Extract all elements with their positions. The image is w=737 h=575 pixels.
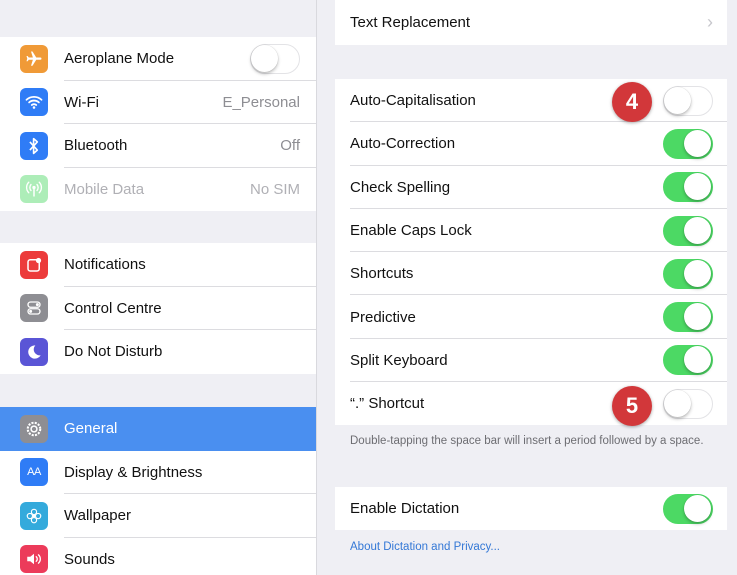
sidebar-item-label: Control Centre	[64, 299, 162, 317]
wifi-icon	[20, 88, 48, 117]
auto-correction-toggle[interactable]	[663, 128, 713, 159]
split-keyboard-row: Split Keyboard	[335, 339, 727, 383]
auto-correction-row: Auto-Correction	[335, 122, 727, 166]
auto-capitalisation-label: Auto-Capitalisation	[350, 92, 476, 110]
enable-caps-lock-toggle[interactable]	[663, 215, 713, 246]
aeroplane-mode-toggle[interactable]	[250, 43, 300, 74]
sidebar-item-wallpaper[interactable]: Wallpaper	[0, 494, 316, 538]
predictive-label: Predictive	[350, 308, 416, 326]
sidebar-item-control-centre[interactable]: Control Centre	[0, 287, 316, 330]
display-icon: AA	[20, 458, 48, 487]
sidebar-item-display-brightness[interactable]: AA Display & Brightness	[0, 451, 316, 494]
shortcuts-label: Shortcuts	[350, 265, 414, 283]
auto-capitalisation-row: Auto-Capitalisation	[335, 79, 727, 123]
airplane-icon	[20, 44, 48, 73]
sidebar-item-bluetooth[interactable]: Bluetooth Off	[0, 124, 316, 168]
sidebar-item-label: Sounds	[64, 550, 115, 568]
enable-caps-lock-label: Enable Caps Lock	[350, 222, 472, 240]
check-spelling-toggle[interactable]	[663, 172, 713, 203]
enable-caps-lock-row: Enable Caps Lock	[335, 209, 727, 253]
keyboard-settings-pane: Text Replacement › Auto-Capitalisation A…	[316, 0, 737, 575]
auto-correction-label: Auto-Correction	[350, 135, 456, 153]
sidebar-item-label: Wi-Fi	[64, 93, 99, 111]
wifi-network-value: E_Personal	[222, 93, 300, 111]
about-dictation-link[interactable]: About Dictation and Privacy...	[350, 541, 500, 553]
sidebar-item-wifi[interactable]: Wi-Fi E_Personal	[0, 81, 316, 124]
sidebar-item-label: Display & Brightness	[64, 463, 203, 481]
settings-sidebar: Aeroplane Mode Wi-Fi E_Personal Bluetoot…	[0, 0, 316, 575]
sidebar-group-general: General AA Display & Brightness Wallpape…	[0, 407, 316, 575]
mobile-data-value: No SIM	[249, 180, 300, 198]
enable-dictation-row: Enable Dictation	[335, 487, 727, 530]
period-shortcut-row: “.” Shortcut	[335, 382, 727, 425]
sidebar-item-sounds[interactable]: Sounds	[0, 538, 316, 575]
predictive-toggle[interactable]	[663, 302, 713, 333]
sidebar-item-label: Do Not Disturb	[64, 343, 163, 361]
text-replacement-label: Text Replacement	[350, 14, 471, 31]
auto-capitalisation-toggle[interactable]	[663, 85, 713, 116]
moon-icon	[20, 337, 48, 366]
sidebar-item-label: Aeroplane Mode	[64, 50, 175, 68]
predictive-row: Predictive	[335, 295, 727, 339]
shortcuts-row: Shortcuts	[335, 252, 727, 296]
sidebar-item-label: General	[64, 420, 118, 438]
sidebar-item-do-not-disturb[interactable]: Do Not Disturb	[0, 330, 316, 374]
period-shortcut-label: “.” Shortcut	[350, 395, 425, 413]
notifications-icon	[20, 250, 48, 279]
sidebar-item-label: Bluetooth	[64, 137, 128, 155]
callout-badge-5: 5	[612, 386, 652, 426]
text-replacement-card: Text Replacement ›	[335, 0, 727, 45]
keyboard-options-card: Auto-Capitalisation Auto-Correction Chec…	[335, 79, 727, 426]
period-shortcut-footnote: Double-tapping the space bar will insert…	[350, 435, 704, 447]
sidebar-item-general[interactable]: General	[0, 407, 316, 451]
sidebar-group-connectivity: Aeroplane Mode Wi-Fi E_Personal Bluetoot…	[0, 37, 316, 211]
split-keyboard-label: Split Keyboard	[350, 351, 448, 369]
shortcuts-toggle[interactable]	[663, 258, 713, 289]
sidebar-item-notifications[interactable]: Notifications	[0, 243, 316, 287]
sidebar-item-label: Wallpaper	[64, 507, 131, 525]
control-centre-icon	[20, 294, 48, 323]
check-spelling-row: Check Spelling	[335, 166, 727, 209]
gear-icon	[20, 414, 48, 443]
sidebar-item-label: Notifications	[64, 256, 146, 274]
speaker-icon	[20, 545, 48, 574]
bluetooth-status-value: Off	[280, 137, 300, 155]
dictation-card: Enable Dictation	[335, 487, 727, 531]
check-spelling-label: Check Spelling	[350, 178, 451, 196]
flower-icon	[20, 501, 48, 530]
sidebar-group-alerts: Notifications Control Centre Do Not Dist…	[0, 243, 316, 374]
sidebar-item-mobile-data[interactable]: Mobile Data No SIM	[0, 168, 316, 212]
callout-badge-4: 4	[612, 82, 652, 122]
chevron-right-icon: ›	[707, 12, 713, 32]
enable-dictation-toggle[interactable]	[663, 493, 713, 524]
sidebar-item-label: Mobile Data	[64, 180, 145, 198]
enable-dictation-label: Enable Dictation	[350, 500, 460, 518]
text-replacement-row[interactable]: Text Replacement ›	[335, 0, 727, 45]
period-shortcut-toggle[interactable]	[663, 388, 713, 419]
bluetooth-icon	[20, 131, 48, 160]
split-keyboard-toggle[interactable]	[663, 345, 713, 376]
sidebar-item-aeroplane-mode[interactable]: Aeroplane Mode	[0, 37, 316, 81]
antenna-icon	[20, 175, 48, 204]
